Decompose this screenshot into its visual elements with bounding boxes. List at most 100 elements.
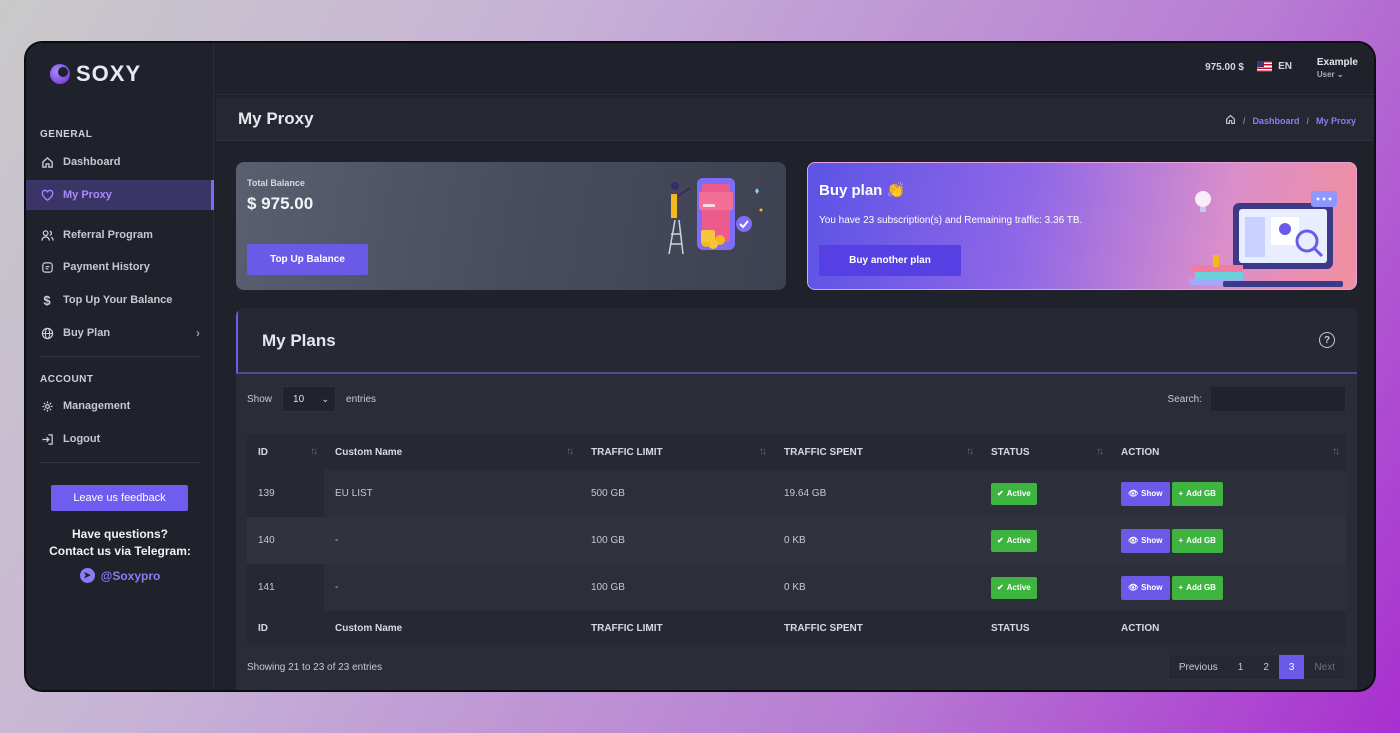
buy-another-plan-button[interactable]: Buy another plan [819, 245, 961, 276]
brand-name: SOXY [76, 61, 142, 86]
column-header-traffic-limit[interactable]: TRAFFIC LIMIT ↑↓ [580, 434, 773, 470]
sidebar-item-my-proxy[interactable]: My Proxy [26, 180, 214, 210]
plus-icon: + [1178, 583, 1184, 592]
top-up-balance-button[interactable]: Top Up Balance [247, 244, 368, 275]
telegram-link[interactable]: ➤ @Soxypro [26, 568, 214, 583]
column-header-status[interactable]: STATUS ↑↓ [980, 434, 1110, 470]
top-bar: 975.00 $ EN Example User ⌄ [214, 43, 1374, 95]
show-button[interactable]: 👁 Show [1121, 481, 1170, 506]
sidebar-item-logout[interactable]: Logout [26, 424, 214, 454]
next-page-button[interactable]: Next [1304, 655, 1345, 679]
sidebar-item-label: Buy Plan [63, 327, 111, 339]
logo[interactable]: SOXY [50, 61, 141, 87]
page-2-button[interactable]: 2 [1253, 655, 1279, 679]
help-text-line: Contact us via Telegram: [49, 544, 191, 558]
user-name: Example [1316, 57, 1358, 68]
plans-title: My Plans [262, 331, 336, 350]
page-1-button[interactable]: 1 [1228, 655, 1254, 679]
cell-custom-name: - [324, 517, 580, 564]
show-label: Show [247, 393, 273, 405]
sidebar-item-dashboard[interactable]: Dashboard [26, 147, 214, 177]
sidebar-item-management[interactable]: Management [26, 391, 214, 421]
eye-icon: 👁 [1128, 583, 1139, 592]
sort-icon: ↑↓ [1332, 446, 1340, 457]
user-role: User [1316, 70, 1335, 79]
add-gb-button[interactable]: + Add GB [1171, 575, 1223, 600]
footer-custom-name: Custom Name [324, 611, 580, 645]
help-icon[interactable]: ? [1319, 332, 1335, 348]
telegram-handle: @Soxypro [100, 568, 161, 583]
sidebar-item-referral[interactable]: Referral Program [26, 220, 214, 250]
column-header-action[interactable]: ACTION ↑↓ [1110, 434, 1346, 470]
laptop-illustration [1189, 191, 1343, 287]
header-balance: 975.00 $ [1205, 62, 1244, 73]
cell-traffic-limit: 100 GB [580, 564, 773, 611]
sidebar-item-label: Logout [63, 433, 101, 445]
logo-icon [50, 64, 70, 84]
my-plans-panel: My Plans ? Show 10 ⌄ entries Search: ID ↑… [236, 308, 1357, 690]
dollar-icon: $ [43, 292, 51, 308]
cell-id: 139 [247, 470, 324, 517]
column-header-custom-name[interactable]: Custom Name ↑↓ [324, 434, 580, 470]
add-gb-button[interactable]: + Add GB [1171, 528, 1223, 553]
entries-label: entries [346, 393, 377, 405]
status-badge: ✔ Active [991, 576, 1037, 599]
cell-traffic-limit: 100 GB [580, 517, 773, 564]
cell-action: 👁 Show + Add GB [1110, 517, 1346, 564]
chevron-down-icon: ⌄ [321, 394, 330, 404]
footer-traffic-spent: TRAFFIC SPENT [773, 611, 980, 645]
breadcrumb: / Dashboard / My Proxy [1225, 114, 1356, 128]
plus-icon: + [1178, 489, 1184, 498]
sidebar-item-label: Referral Program [63, 229, 153, 241]
check-icon: ✔ [997, 489, 1004, 498]
breadcrumb-current: My Proxy [1315, 116, 1356, 126]
column-header-traffic-spent[interactable]: TRAFFIC SPENT ↑↓ [773, 434, 980, 470]
page-header: My Proxy / Dashboard / My Proxy [216, 98, 1374, 141]
search-input[interactable] [1210, 386, 1346, 412]
check-icon: ✔ [997, 536, 1004, 545]
section-account-heading: ACCOUNT [40, 374, 94, 385]
feedback-button[interactable]: Leave us feedback [51, 485, 188, 511]
home-icon[interactable] [1225, 114, 1236, 128]
us-flag-icon [1257, 61, 1273, 72]
breadcrumb-dashboard[interactable]: Dashboard [1252, 116, 1299, 126]
table-footer-row: ID Custom Name TRAFFIC LIMIT TRAFFIC SPE… [247, 611, 1346, 645]
receipt-icon [40, 260, 54, 274]
sidebar-item-payment-history[interactable]: Payment History [26, 252, 214, 282]
table-header-row: ID ↑↓ Custom Name ↑↓ TRAFFIC LIMIT ↑↓ TRAFF… [247, 434, 1346, 470]
footer-action: ACTION [1110, 611, 1346, 645]
sort-icon: ↑↓ [310, 446, 318, 457]
cell-custom-name: EU LIST [324, 470, 580, 517]
balance-card: Total Balance $ 975.00 Top Up Balance [236, 162, 786, 290]
sidebar: SOXY GENERAL Dashboard My Proxy Referral… [26, 43, 214, 690]
cell-id: 140 [247, 517, 324, 564]
previous-page-button[interactable]: Previous [1169, 655, 1228, 679]
plans-header: My Plans ? [236, 308, 1357, 374]
sidebar-item-label: Management [63, 400, 131, 412]
user-menu[interactable]: Example User ⌄ [1317, 57, 1358, 81]
cell-id: 141 [247, 564, 324, 611]
sidebar-item-label: Dashboard [63, 156, 121, 168]
entries-select[interactable]: 10 ⌄ [282, 386, 337, 412]
sort-icon: ↑↓ [1096, 446, 1104, 457]
add-gb-button[interactable]: + Add GB [1171, 481, 1223, 506]
app-window: SOXY GENERAL Dashboard My Proxy Referral… [26, 43, 1374, 690]
sidebar-divider [40, 356, 200, 357]
search-label: Search: [1167, 393, 1202, 405]
payment-illustration [668, 178, 763, 255]
gear-icon [40, 399, 54, 413]
sidebar-item-label: My Proxy [63, 189, 112, 201]
breadcrumb-separator: / [1306, 116, 1309, 126]
page-3-button[interactable]: 3 [1278, 655, 1305, 679]
balance-amount: $ 975.00 [247, 194, 314, 213]
show-button[interactable]: 👁 Show [1121, 575, 1170, 600]
users-icon [40, 228, 54, 242]
column-header-id[interactable]: ID ↑↓ [247, 434, 324, 470]
status-badge: ✔ Active [991, 482, 1037, 505]
show-button[interactable]: 👁 Show [1121, 528, 1170, 553]
sidebar-item-top-up[interactable]: $ Top Up Your Balance [26, 285, 214, 315]
language-selector[interactable]: EN [1257, 61, 1292, 72]
entries-control: Show 10 ⌄ entries [247, 386, 376, 412]
sidebar-item-buy-plan[interactable]: Buy Plan › [26, 318, 214, 348]
sidebar-item-label: Payment History [63, 261, 150, 273]
